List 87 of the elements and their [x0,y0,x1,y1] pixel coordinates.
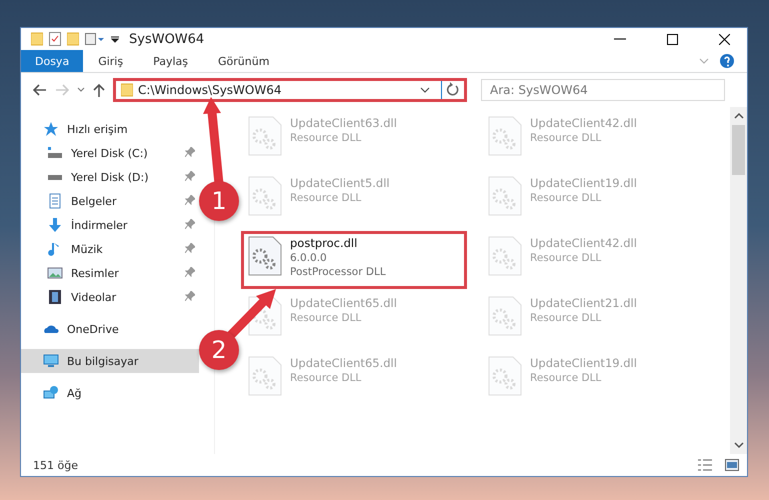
pin-icon [185,218,195,228]
file-name: UpdateClient42.dll [530,236,637,250]
file-detail: Resource DLL [290,192,362,204]
back-arrow-icon [33,84,47,96]
sidebar-item[interactable]: Yerel Disk (C:) [21,141,199,165]
file-name: UpdateClient5.dll [290,176,390,190]
file-detail: PostProcessor DLL [290,266,386,278]
dll-file-icon [248,116,282,156]
dll-file-icon [488,356,522,396]
pin-icon [185,266,195,276]
dll-file-icon [488,176,522,216]
file-name: postproc.dll [290,236,358,250]
forward-arrow-icon [55,84,69,96]
scroll-down-icon[interactable] [734,440,744,450]
dll-file-icon [248,236,282,276]
sidebar-item[interactable]: Belgeler [21,189,199,213]
address-bar[interactable]: C:\Windows\SysWOW64 [113,78,467,102]
pin-icon [185,194,195,204]
sidebar-item[interactable]: İndirmeler [21,213,199,237]
file-name: UpdateClient42.dll [530,116,637,130]
dll-file-icon [488,236,522,276]
sidebar-item[interactable]: Müzik [21,237,199,261]
download-icon [47,217,63,233]
details-view-icon[interactable] [697,459,713,471]
sidebar-item[interactable]: Ağ [21,381,199,405]
pin-icon [185,170,195,180]
ribbon-tab[interactable]: Görünüm [203,50,284,72]
sidebar-item[interactable]: OneDrive [21,317,199,341]
drive-icon [47,174,63,180]
back-button[interactable] [31,82,49,98]
sidebar-item[interactable]: Videolar [21,285,199,309]
file-name: UpdateClient65.dll [290,356,397,370]
drive-icon [47,145,63,161]
film-icon [47,289,63,305]
network-icon [43,385,59,401]
up-button[interactable] [91,81,107,99]
dll-file-icon [248,176,282,216]
dll-file-icon [488,116,522,156]
file-detail: Resource DLL [530,252,602,264]
sidebar-item[interactable]: Yerel Disk (D:) [21,165,199,189]
file-name: UpdateClient21.dll [530,296,637,310]
file-name: UpdateClient63.dll [290,116,397,130]
file-detail: 6.0.0.0 [290,252,328,264]
file-detail: Resource DLL [290,132,362,144]
up-arrow-icon [93,83,105,97]
maximize-icon [666,34,678,44]
file-detail: Resource DLL [290,372,362,384]
pin-icon [185,242,195,252]
scrollbar[interactable] [730,107,747,454]
dll-file-icon [488,296,522,336]
computer-icon [43,353,59,369]
file-tile[interactable]: postproc.dll 6.0.0.0 PostProcessor DLL [241,231,467,289]
scroll-thumb[interactable] [732,125,745,175]
folder-icon [31,32,43,46]
pin-icon [185,290,195,300]
file-detail: Resource DLL [290,312,362,324]
file-name: UpdateClient65.dll [290,296,397,310]
window-title: SysWOW64 [129,32,206,46]
folder-icon [121,83,133,97]
file-detail: Resource DLL [530,312,602,324]
customize-icon[interactable] [85,32,105,46]
document-icon [47,193,63,209]
file-menu-tab[interactable]: Dosya [21,50,84,72]
sidebar-item[interactable]: Hızlı erişim [21,117,199,141]
ribbon-tab[interactable]: Paylaş [138,50,203,72]
sidebar-item[interactable]: Resimler [21,261,199,285]
scroll-up-icon[interactable] [734,111,744,121]
close-icon [718,34,730,44]
sidebar-item[interactable]: Bu bilgisayar [21,349,199,373]
pin-icon [185,146,195,156]
file-name: UpdateClient19.dll [530,356,637,370]
dll-file-icon [248,356,282,396]
star-icon [43,121,59,137]
file-name: UpdateClient19.dll [530,176,637,190]
properties-icon[interactable] [49,32,61,46]
file-detail: Resource DLL [530,132,602,144]
file-detail: Resource DLL [530,192,602,204]
chevron-down-icon [77,87,85,93]
file-detail: Resource DLL [530,372,602,384]
ribbon-tab[interactable]: Giriş [83,50,138,72]
dropdown-caret-icon[interactable] [111,35,119,43]
item-count: 151 öğe [33,458,79,472]
minimize-icon [614,38,626,40]
picture-icon [47,265,63,281]
chevron-down-icon[interactable] [420,86,430,94]
search-field[interactable]: Ara: SysWOW64 [481,79,725,101]
large-icons-view-icon[interactable] [725,459,739,471]
